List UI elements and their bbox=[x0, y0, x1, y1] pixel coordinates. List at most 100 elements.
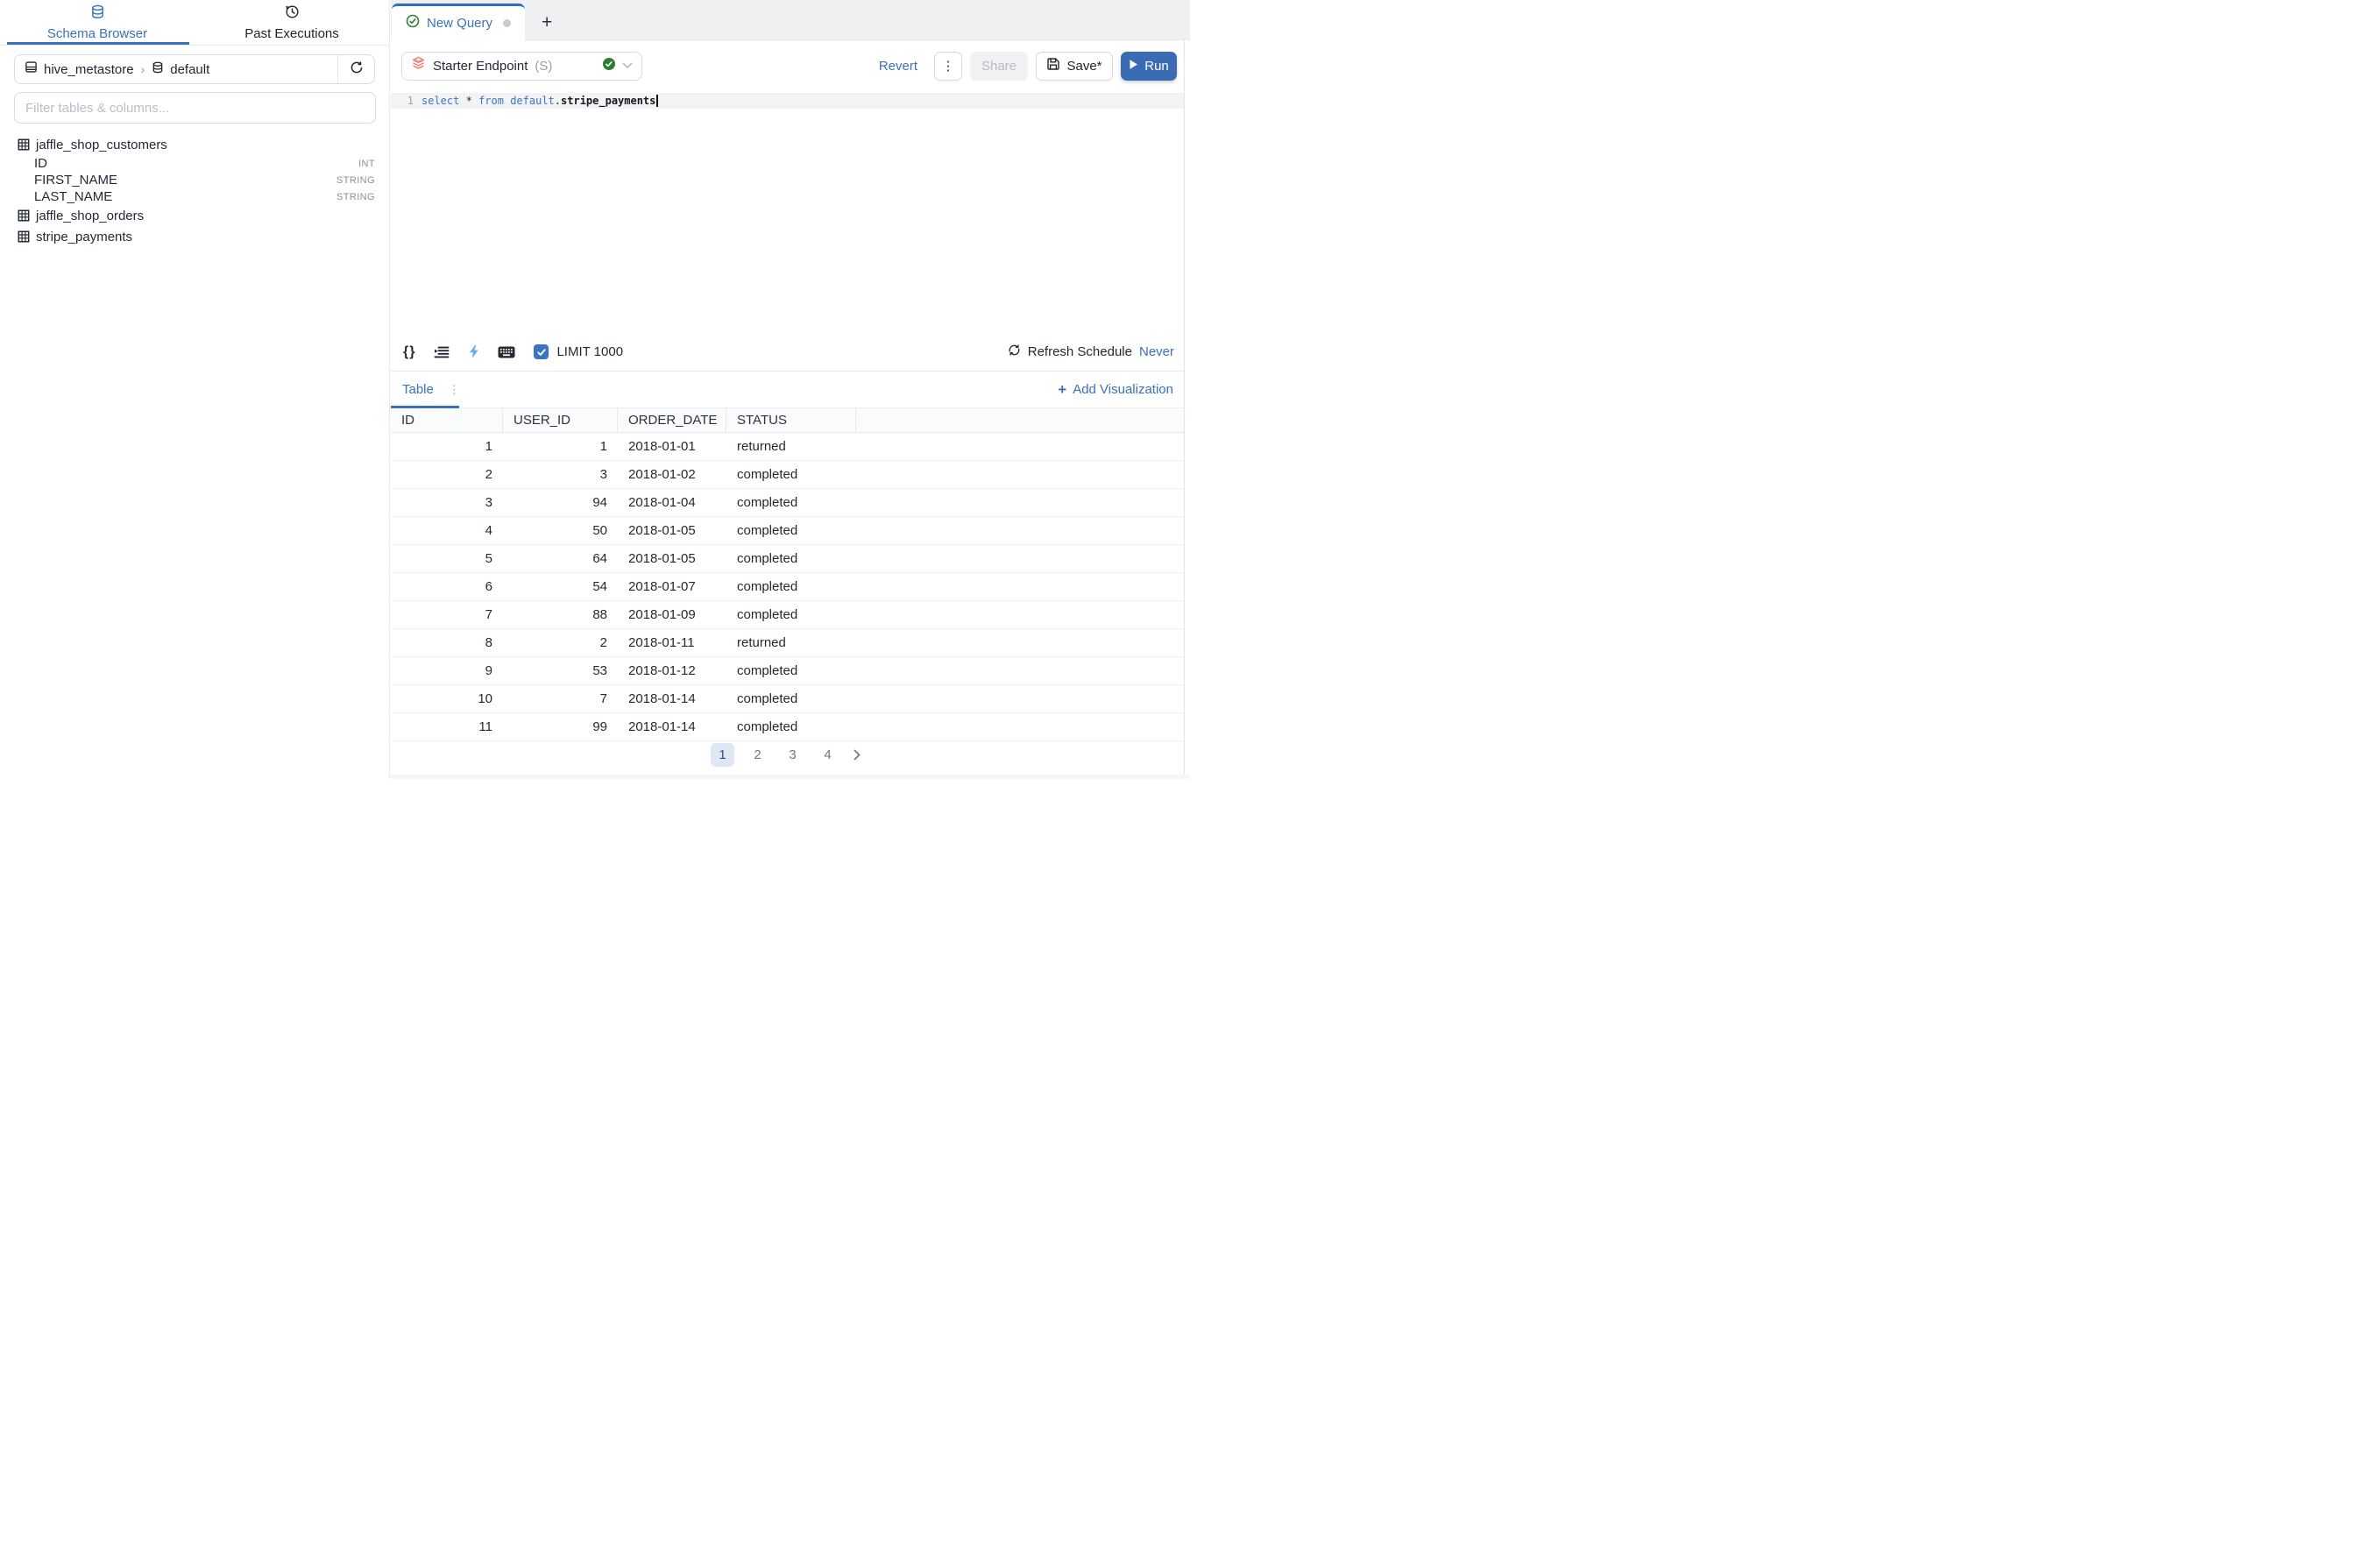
format-query-button[interactable]: {} bbox=[403, 344, 415, 360]
query-panel: New Query + Starter Endpoint (S) bbox=[391, 0, 1190, 779]
chevron-down-icon bbox=[622, 58, 633, 74]
page-button-1[interactable]: 1 bbox=[711, 743, 734, 767]
cell: 54 bbox=[503, 579, 618, 594]
table-item-stripe_payments[interactable]: stripe_payments bbox=[0, 226, 389, 247]
line-number: 1 bbox=[391, 95, 414, 107]
cell: 2018-01-14 bbox=[618, 691, 726, 706]
limit-label: LIMIT 1000 bbox=[556, 344, 623, 359]
refresh-schedule-label: Refresh Schedule bbox=[1028, 344, 1132, 359]
endpoint-stack-icon bbox=[411, 56, 426, 75]
breadcrumb-catalog[interactable]: hive_metastore bbox=[44, 62, 134, 77]
cell: 1 bbox=[503, 439, 618, 454]
query-tab-label: New Query bbox=[427, 16, 492, 31]
column-type: INT bbox=[358, 159, 375, 169]
table-name: stripe_payments bbox=[36, 230, 132, 244]
breadcrumb[interactable]: hive_metastore › default bbox=[15, 60, 337, 78]
cell: 2 bbox=[503, 635, 618, 650]
code-token bbox=[504, 95, 510, 107]
tab-new-query[interactable]: New Query bbox=[392, 4, 525, 40]
unsaved-dot-icon[interactable] bbox=[503, 19, 511, 27]
sidebar-tab-label: Schema Browser bbox=[47, 26, 147, 41]
column-name: ID bbox=[34, 156, 47, 171]
cell: completed bbox=[726, 495, 856, 510]
next-page-button[interactable] bbox=[851, 749, 864, 761]
schema-tree: jaffle_shop_customers ID INT FIRST_NAMESTRI… bbox=[0, 134, 389, 247]
run-button[interactable]: Run bbox=[1121, 52, 1177, 81]
sidebar-tabs: Schema Browser Past Executions bbox=[0, 0, 389, 46]
revert-button[interactable]: Revert bbox=[879, 59, 917, 74]
cell: 94 bbox=[503, 495, 618, 510]
cell: 2018-01-02 bbox=[618, 467, 726, 482]
cell: 88 bbox=[503, 607, 618, 622]
cell: 2018-01-04 bbox=[618, 495, 726, 510]
query-action-row: Starter Endpoint (S) Revert ⋮ Share bbox=[391, 40, 1184, 91]
code-token: * bbox=[466, 95, 472, 107]
visualization-menu-button[interactable]: ⋮ bbox=[449, 383, 460, 397]
table-row: 1072018-01-14completed bbox=[391, 685, 1184, 713]
query-tab-bar: New Query + bbox=[391, 0, 1190, 40]
endpoint-name: Starter Endpoint bbox=[433, 59, 528, 74]
table-grid-icon bbox=[18, 138, 30, 151]
cell: completed bbox=[726, 663, 856, 678]
column-item-FIRST_NAME[interactable]: FIRST_NAMESTRING bbox=[0, 172, 389, 188]
live-autocomplete-lightning-icon[interactable] bbox=[468, 344, 479, 359]
keyboard-shortcuts-icon[interactable] bbox=[498, 346, 515, 358]
scrollbar[interactable] bbox=[1184, 0, 1190, 779]
sql-editor[interactable]: 1 select * from default.stripe_payments bbox=[391, 91, 1184, 333]
cell: 2018-01-12 bbox=[618, 663, 726, 678]
page-button-3[interactable]: 3 bbox=[781, 743, 804, 767]
limit-checkbox[interactable] bbox=[534, 344, 549, 359]
sql-code-line: select * from default.stripe_payments bbox=[414, 95, 658, 107]
table-grid-icon bbox=[18, 230, 30, 243]
more-actions-button[interactable]: ⋮ bbox=[934, 52, 962, 81]
refresh-schedule-value[interactable]: Never bbox=[1139, 344, 1174, 359]
page-button-4[interactable]: 4 bbox=[816, 743, 839, 767]
cell: 2 bbox=[391, 467, 503, 482]
column-header-USER_ID[interactable]: USER_ID bbox=[503, 408, 618, 432]
query-buttons: Revert ⋮ Share Save* Run bbox=[879, 52, 1177, 81]
code-token: . bbox=[555, 95, 561, 107]
table-row: 112018-01-01returned bbox=[391, 433, 1184, 461]
cell: 99 bbox=[503, 719, 618, 734]
autocomplete-indent-icon[interactable] bbox=[434, 345, 450, 359]
table-name: jaffle_shop_customers bbox=[36, 138, 167, 152]
column-item-LAST_NAME[interactable]: LAST_NAMESTRING bbox=[0, 188, 389, 205]
column-item-ID[interactable]: ID INT bbox=[0, 155, 389, 172]
breadcrumb-schema[interactable]: default bbox=[170, 62, 209, 77]
history-clock-icon bbox=[285, 4, 300, 23]
results-body: 112018-01-01returned232018-01-02complete… bbox=[391, 433, 1184, 741]
table-name: jaffle_shop_orders bbox=[36, 209, 144, 223]
endpoint-selector[interactable]: Starter Endpoint (S) bbox=[401, 52, 642, 81]
tab-past-executions[interactable]: Past Executions bbox=[195, 0, 389, 45]
column-header-STATUS[interactable]: STATUS bbox=[726, 408, 856, 432]
cell: completed bbox=[726, 719, 856, 734]
add-visualization-label: Add Visualization bbox=[1073, 382, 1173, 397]
cell: completed bbox=[726, 551, 856, 566]
save-button[interactable]: Save* bbox=[1036, 52, 1113, 81]
cell: completed bbox=[726, 579, 856, 594]
schema-database-icon bbox=[152, 61, 164, 78]
add-visualization-button[interactable]: + Add Visualization bbox=[1058, 381, 1173, 399]
new-tab-button[interactable]: + bbox=[542, 13, 552, 32]
tab-schema-browser[interactable]: Schema Browser bbox=[0, 0, 195, 45]
column-type: STRING bbox=[336, 175, 375, 186]
column-header-ORDER_DATE[interactable]: ORDER_DATE bbox=[618, 408, 726, 432]
refresh-icon bbox=[350, 60, 364, 79]
table-row: 6542018-01-07completed bbox=[391, 573, 1184, 601]
table-row: 5642018-01-05completed bbox=[391, 545, 1184, 573]
refresh-schema-button[interactable] bbox=[337, 55, 374, 83]
table-item-jaffle_shop_customers[interactable]: jaffle_shop_customers bbox=[0, 134, 389, 155]
share-button[interactable]: Share bbox=[970, 52, 1028, 81]
filter-input[interactable] bbox=[14, 92, 376, 124]
cell: 2018-01-05 bbox=[618, 551, 726, 566]
column-header-ID[interactable]: ID bbox=[391, 408, 503, 432]
pagination: 1234 bbox=[391, 743, 1184, 767]
page-button-2[interactable]: 2 bbox=[746, 743, 769, 767]
tab-table-visualization[interactable]: Table bbox=[402, 382, 434, 397]
check-circle-icon bbox=[406, 14, 420, 32]
code-token: default bbox=[510, 95, 555, 107]
play-icon bbox=[1129, 59, 1138, 74]
table-item-jaffle_shop_orders[interactable]: jaffle_shop_orders bbox=[0, 205, 389, 226]
sql-workspace: Schema Browser Past Executions hive_meta… bbox=[0, 0, 1190, 779]
limit-toggle[interactable]: LIMIT 1000 bbox=[534, 344, 623, 359]
